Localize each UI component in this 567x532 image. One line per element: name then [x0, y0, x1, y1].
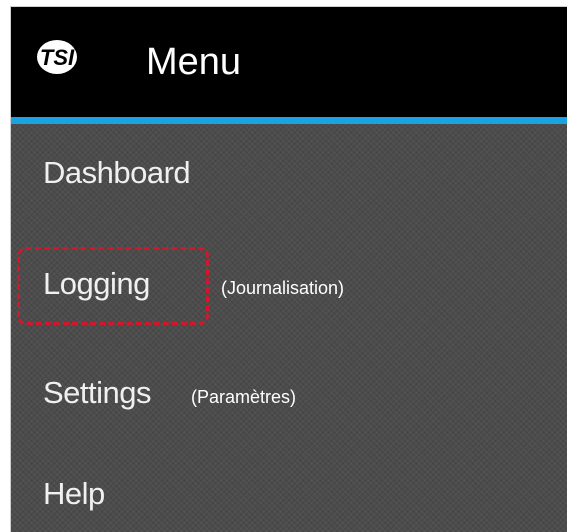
tsi-logo-icon: TSI: [37, 40, 77, 74]
menu-item-dashboard[interactable]: Dashboard: [43, 154, 191, 192]
menu-title: Menu: [146, 41, 242, 83]
menu-item-settings[interactable]: Settings: [43, 374, 152, 412]
logo-text: TSI: [40, 45, 75, 70]
logging-highlight-box: [17, 247, 209, 325]
logging-translation-note: (Journalisation): [221, 278, 345, 298]
accent-bar: [11, 117, 567, 124]
menu-panel: TSI Menu Dashboard Logging (Journalisati…: [10, 6, 567, 532]
menu-header: TSI Menu: [11, 7, 567, 117]
settings-translation-note: (Paramètres): [191, 387, 297, 407]
menu-list: Dashboard Logging (Journalisation) Setti…: [11, 124, 567, 532]
menu-item-help[interactable]: Help: [43, 475, 105, 513]
